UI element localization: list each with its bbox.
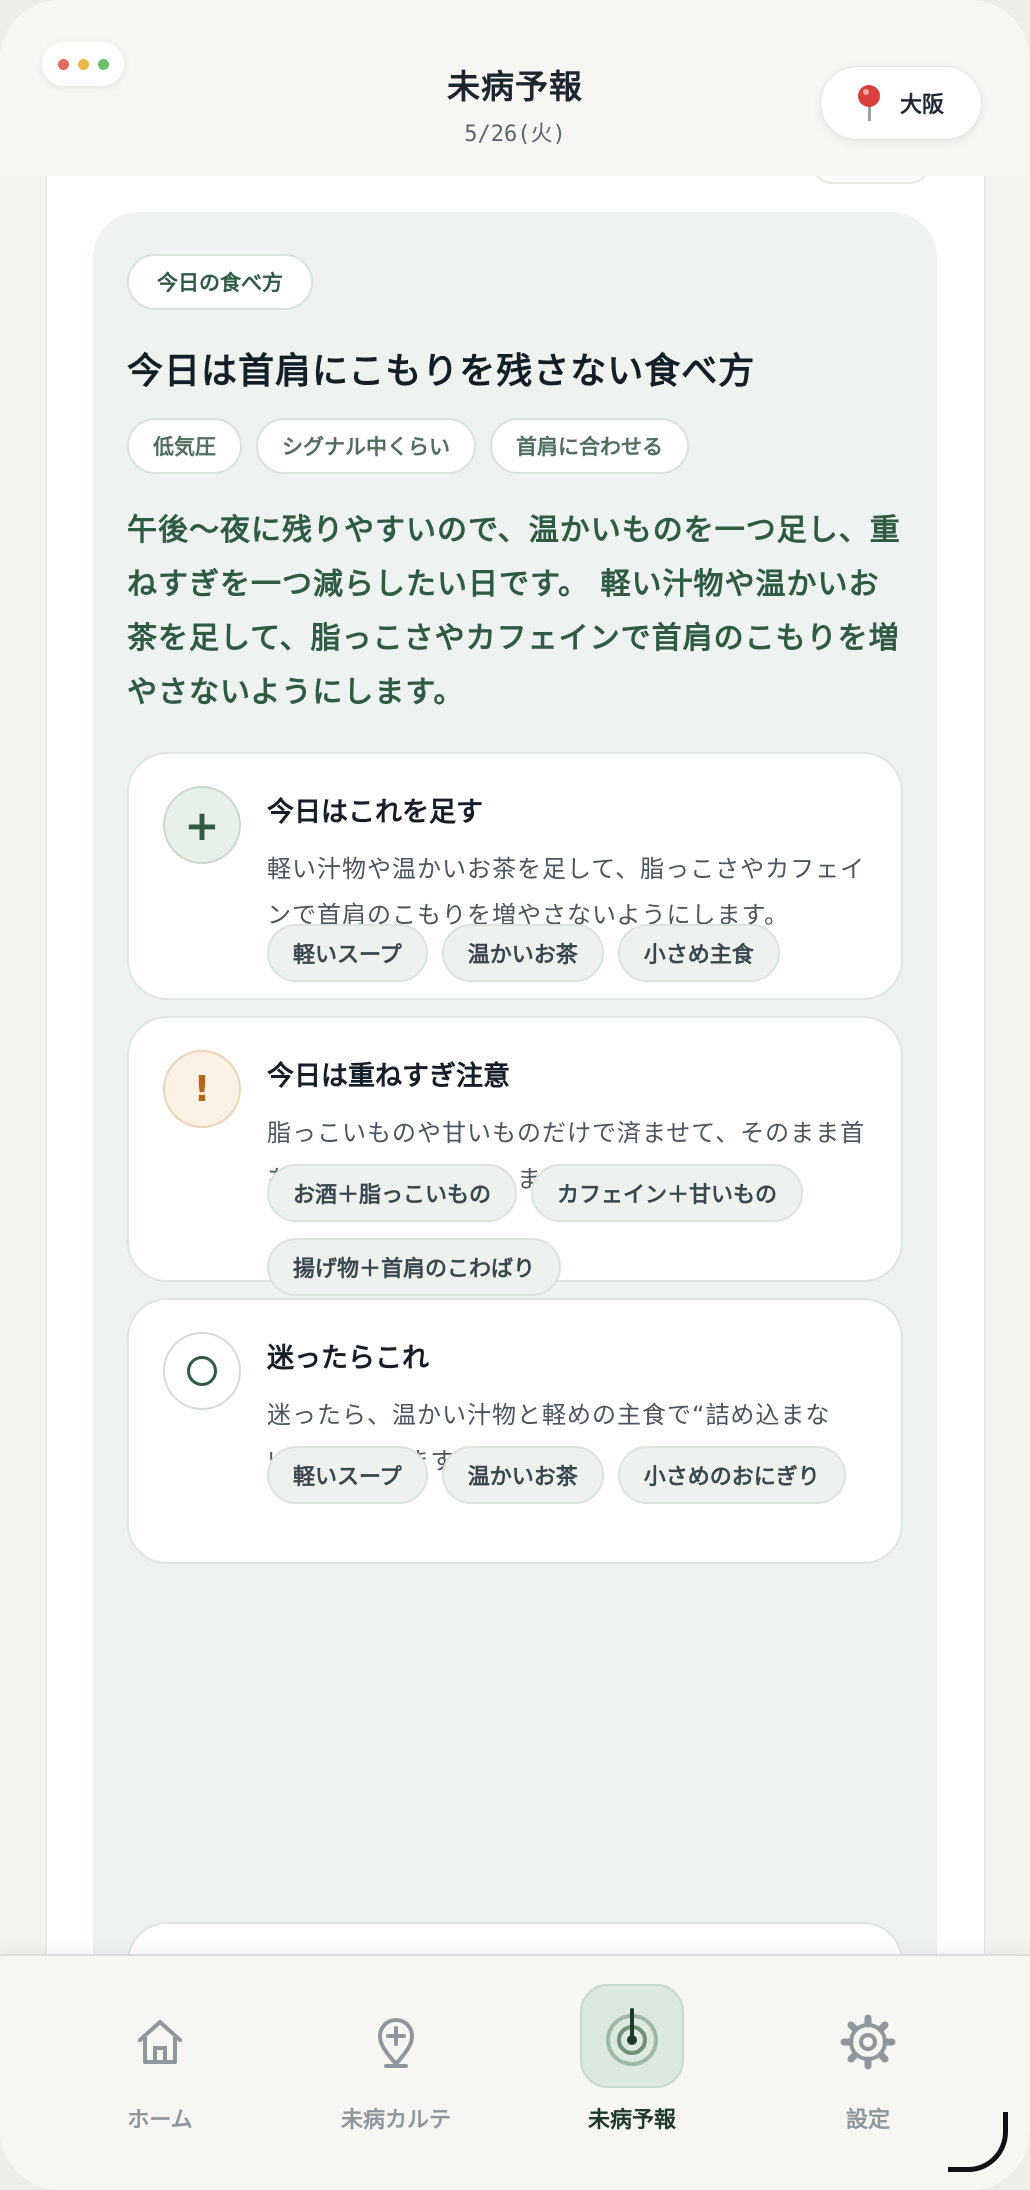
fallback-title: 迷ったらこれ — [267, 1343, 429, 1374]
nav-karte-label: 未病カルテ — [340, 2108, 451, 2133]
resize-handle[interactable] — [948, 2112, 1008, 2172]
tag-body-area: 首肩に合わせる — [490, 418, 689, 474]
fallback-chips: 軽いスープ 温かいお茶 小さめのおにぎり — [267, 1446, 887, 1504]
chip-warm-tea-2[interactable]: 温かいお茶 — [441, 1446, 604, 1504]
circle-icon — [163, 1332, 241, 1410]
add-chips: 軽いスープ 温かいお茶 小さめ主食 — [267, 924, 887, 982]
chip-caffeine-sweet[interactable]: カフェイン＋甘いもの — [531, 1164, 804, 1222]
radar-icon-box — [580, 1984, 684, 2088]
condition-tags: 低気圧 シグナル中くらい 首肩に合わせる — [127, 418, 689, 474]
home-icon — [138, 2020, 182, 2064]
chip-light-soup-2[interactable]: 軽いスープ — [267, 1446, 428, 1504]
eating-guide-card: 今日の食べ方 今日は首肩にこもりを残さない食べ方 低気圧 シグナル中くらい 首肩… — [93, 212, 937, 2042]
add-title: 今日はこれを足す — [267, 797, 483, 828]
gear-icon — [840, 2014, 896, 2070]
tag-pressure: 低気圧 — [127, 418, 242, 474]
caution-title: 今日は重ねすぎ注意 — [267, 1061, 510, 1092]
fallback-section: 迷ったらこれ 迷ったら、温かい汁物と軽めの主食で“詰め込まない”形に寄せます。 … — [127, 1298, 903, 1564]
plus-icon: + — [163, 786, 241, 864]
caution-chips: お酒＋脂っこいもの カフェイン＋甘いもの 揚げ物＋首肩のこわばり — [267, 1164, 887, 1296]
location-button[interactable]: 大阪 — [820, 66, 982, 140]
nav-settings[interactable]: 設定 — [778, 1956, 958, 2156]
bottom-nav: ホーム 未病カルテ 未病予報 設定 — [0, 1954, 1030, 2190]
card-badge: 今日の食べ方 — [127, 254, 313, 310]
tag-signal: シグナル中くらい — [256, 418, 476, 474]
nav-forecast-label: 未病予報 — [587, 2108, 676, 2133]
card-summary: 午後〜夜に残りやすいので、温かいものを一つ足し、重ねすぎを一つ減らしたい日です。… — [127, 513, 901, 710]
add-section: + 今日はこれを足す 軽い汁物や温かいお茶を足して、脂っこさやカフェインで首肩の… — [127, 752, 903, 1000]
radar-icon — [606, 2008, 658, 2066]
nav-karte[interactable]: 未病カルテ — [306, 1956, 486, 2156]
chip-light-soup[interactable]: 軽いスープ — [267, 924, 428, 982]
medical-pin-icon — [378, 2018, 414, 2068]
chip-small-staple[interactable]: 小さめ主食 — [617, 924, 780, 982]
nav-forecast[interactable]: 未病予報 — [542, 1956, 722, 2156]
map-pin-icon — [857, 85, 880, 121]
top-header: 未病予報 5/26(火) 大阪 — [0, 0, 1030, 176]
caution-section: ! 今日は重ねすぎ注意 脂っこいものや甘いものだけで済ませて、そのまま首を固める… — [127, 1016, 903, 1296]
nav-home-label: ホーム — [127, 2108, 193, 2133]
warning-icon: ! — [163, 1050, 241, 1128]
chip-alcohol-fatty[interactable]: お酒＋脂っこいもの — [267, 1164, 518, 1222]
chip-warm-tea[interactable]: 温かいお茶 — [441, 924, 604, 982]
chip-small-onigiri[interactable]: 小さめのおにぎり — [617, 1446, 846, 1504]
nav-home[interactable]: ホーム — [70, 1956, 250, 2156]
nav-settings-label: 設定 — [845, 2108, 890, 2133]
location-label: 大阪 — [899, 93, 944, 118]
card-headline: 今日は首肩にこもりを残さない食べ方 — [127, 351, 756, 392]
app-window: 今日の食べ方 今日は首肩にこもりを残さない食べ方 低気圧 シグナル中くらい 首肩… — [0, 0, 1030, 2190]
chip-fried-stiffness[interactable]: 揚げ物＋首肩のこわばり — [267, 1238, 562, 1296]
